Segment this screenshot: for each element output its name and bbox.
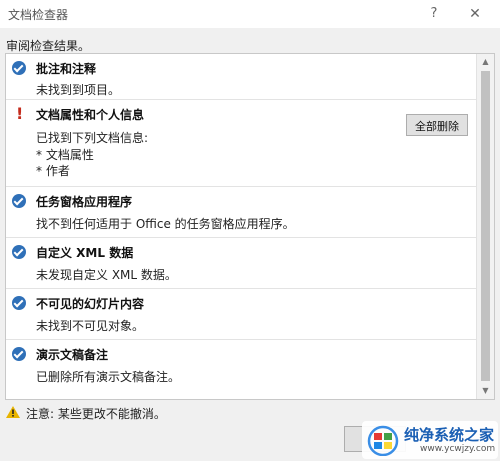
exclamation-icon: ! [16, 104, 24, 123]
vertical-scrollbar[interactable]: ▲ ▼ [476, 54, 494, 399]
section-status-text: 找不到任何适用于 Office 的任务窗格应用程序。 [36, 217, 295, 231]
section-document-properties: ! 文档属性和个人信息 已找到下列文档信息: * 文档属性 * 作者 全部删除 [6, 100, 476, 187]
review-subtitle: 审阅检查结果。 [6, 39, 91, 53]
section-status-text: 未找到不可见对象。 [36, 319, 145, 333]
title-bar: 文档检查器 ? ✕ [0, 0, 500, 28]
section-status-text: 已找到下列文档信息: [36, 131, 149, 145]
watermark-title: 纯净系统之家 [404, 426, 495, 444]
watermark-url: www.ycwjzy.com [420, 444, 496, 454]
check-icon [12, 245, 26, 259]
section-detail-item: * 文档属性 [36, 148, 94, 162]
check-icon [12, 347, 26, 361]
section-custom-xml: 自定义 XML 数据 未发现自定义 XML 数据。 [6, 238, 476, 289]
section-invisible-slide-content: 不可见的幻灯片内容 未找到不可见对象。 [6, 289, 476, 340]
section-presentation-notes: 演示文稿备注 已删除所有演示文稿备注。 [6, 340, 476, 398]
check-icon [12, 61, 26, 75]
help-button[interactable]: ? [424, 4, 444, 24]
section-title: 不可见的幻灯片内容 [36, 297, 145, 311]
section-title: 批注和注释 [36, 62, 97, 76]
scroll-up-arrow-icon[interactable]: ▲ [477, 54, 494, 70]
site-watermark: 纯净系统之家 www.ycwjzy.com [362, 421, 498, 459]
section-status-text: 未找到到项目。 [36, 83, 121, 97]
section-title: 文档属性和个人信息 [36, 108, 145, 122]
watermark-logo-icon [367, 425, 399, 456]
close-window-button[interactable]: ✕ [463, 4, 487, 24]
section-title: 演示文稿备注 [36, 348, 109, 362]
section-title: 任务窗格应用程序 [36, 195, 133, 209]
undo-warning-note: 注意: 某些更改不能撤消。 [26, 407, 166, 421]
inspection-results-list: 批注和注释 未找到到项目。 ! 文档属性和个人信息 已找到下列文档信息: * 文… [5, 53, 495, 400]
remove-all-button[interactable]: 全部删除 [406, 114, 468, 136]
document-inspector-dialog: 文档检查器 ? ✕ 审阅检查结果。 批注和注释 未找到到项目。 ! 文档属性和个… [0, 0, 500, 461]
check-icon [12, 296, 26, 310]
section-task-pane-apps: 任务窗格应用程序 找不到任何适用于 Office 的任务窗格应用程序。 [6, 187, 476, 238]
warning-triangle-icon [6, 406, 20, 418]
section-status-text: 已删除所有演示文稿备注。 [36, 370, 181, 384]
section-title: 自定义 XML 数据 [36, 246, 134, 260]
section-comments: 批注和注释 未找到到项目。 [6, 54, 476, 100]
section-status-text: 未发现自定义 XML 数据。 [36, 268, 177, 282]
scroll-thumb[interactable] [481, 71, 490, 381]
check-icon [12, 194, 26, 208]
window-title: 文档检查器 [8, 8, 69, 22]
scroll-down-arrow-icon[interactable]: ▼ [477, 383, 494, 399]
section-detail-item: * 作者 [36, 164, 70, 178]
